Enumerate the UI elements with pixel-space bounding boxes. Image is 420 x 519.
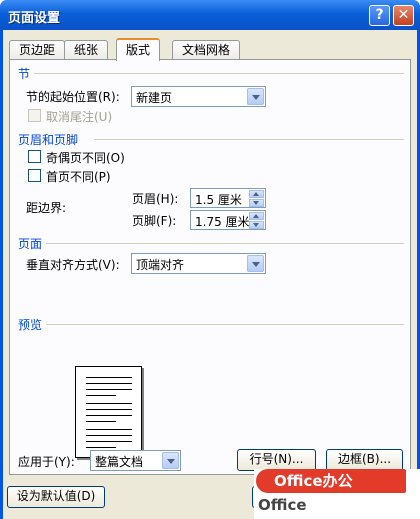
preview-text-line [86,409,132,410]
odd-even-label: 奇偶页不同(O) [46,151,125,165]
preview-text-line [86,435,132,436]
preview-text-line [86,421,116,422]
preview-page-thumbnail [75,366,142,458]
preview-text-line [86,441,132,442]
apply-to-value: 整篇文档 [95,455,144,469]
borders-button[interactable]: 边框(B)... [326,449,403,471]
section-start-value: 新建页 [136,91,173,105]
spin-down-icon[interactable] [249,199,264,207]
preview-text-line [86,377,132,378]
odd-even-checkbox[interactable] [28,150,41,163]
tab-paper[interactable]: 纸张 [64,40,109,60]
suppress-endnotes-checkbox[interactable] [28,109,41,122]
tab-margins[interactable]: 页边距 [9,40,66,60]
suppress-endnotes-label: 取消尾注(U) [46,110,113,124]
title-bar[interactable]: 页面设置 ? ✕ [0,0,420,30]
watermark-logo: Office办公 Office [254,469,420,519]
help-button[interactable]: ? [369,5,390,26]
dialog-title: 页面设置 [8,11,61,26]
preview-group-label: 预览 [18,318,43,332]
set-default-button[interactable]: 设为默认值(D) [7,486,105,508]
first-page-checkbox[interactable] [28,169,41,182]
vertical-alignment-value: 顶端对齐 [136,258,185,272]
from-edge-label: 距边界: [26,201,67,215]
tab-layout[interactable]: 版式 [116,38,161,61]
page-setup-dialog: 页面设置 ? ✕ 页边距 纸张 版式 文档网格 节 节的起始位置(R): 新建页… [0,0,420,519]
dialog-client-area: 页边距 纸张 版式 文档网格 节 节的起始位置(R): 新建页 取消尾注(U) … [3,30,417,519]
watermark-red-banner: Office办公 [256,469,406,493]
header-distance-value: 1.5 厘米 [195,193,242,207]
page-group-label: 页面 [18,237,43,251]
header-distance-stepper[interactable]: 1.5 厘米 [190,188,266,208]
headers-footers-divider [94,139,404,140]
footer-distance-label: 页脚(F): [132,214,177,228]
spin-up-icon[interactable] [249,190,264,198]
first-page-label: 首页不同(P) [46,170,111,184]
footer-distance-value: 1.75 厘米 [195,215,250,229]
preview-text-line [86,403,132,404]
chevron-down-icon[interactable] [247,255,264,272]
headers-footers-group-label: 页眉和页脚 [18,133,79,147]
vertical-alignment-select[interactable]: 顶端对齐 [131,253,266,274]
apply-to-label: 应用于(Y): [18,455,75,469]
close-button[interactable]: ✕ [393,5,414,26]
chevron-down-icon[interactable] [247,88,264,105]
section-group-label: 节 [18,67,31,81]
layout-tab-panel: 节 节的起始位置(R): 新建页 取消尾注(U) 页眉和页脚 奇偶页不同(O) … [9,59,411,475]
section-start-select[interactable]: 新建页 [131,86,266,107]
preview-text-line [86,383,132,384]
watermark-text: Office [258,496,307,514]
footer-distance-stepper[interactable]: 1.75 厘米 [190,210,266,230]
preview-divider [46,324,404,325]
preview-text-line [86,389,132,390]
preview-text-line [86,429,132,430]
apply-to-select[interactable]: 整篇文档 [90,450,181,471]
chevron-down-icon[interactable] [162,452,179,469]
preview-text-line [86,415,132,416]
section-divider [34,73,404,74]
section-start-label: 节的起始位置(R): [26,90,120,104]
preview-text-line [86,395,116,396]
header-distance-label: 页眉(H): [132,192,179,206]
spin-up-icon[interactable] [249,212,264,220]
preview-text-line [86,447,116,448]
page-divider [46,243,404,244]
spin-down-icon[interactable] [249,221,264,229]
tab-document-grid[interactable]: 文档网格 [172,40,241,60]
line-numbers-button[interactable]: 行号(N)... [237,449,316,471]
vertical-alignment-label: 垂直对齐方式(V): [26,258,120,272]
